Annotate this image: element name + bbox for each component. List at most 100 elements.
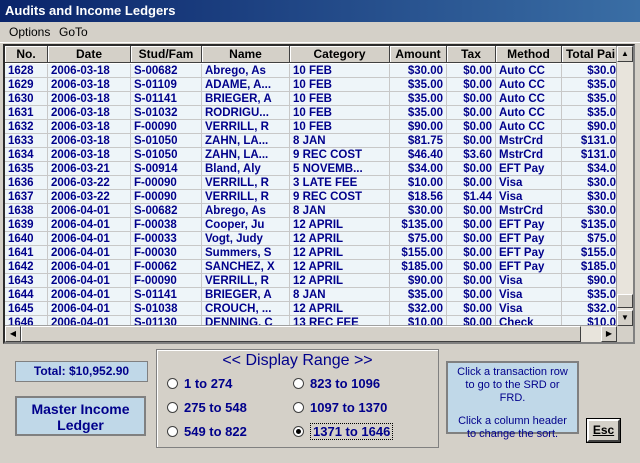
table-cell: $0.00 [447,162,496,176]
column-header-6[interactable]: Tax [447,46,496,63]
table-cell: 2006-04-01 [48,302,131,316]
ledger-label-line2: Ledger [57,417,104,433]
column-header-1[interactable]: Date [48,46,131,63]
table-row[interactable]: 1636 2006-03-22 F-00090 VERRILL, R3 LATE FE… [5,176,617,190]
table-cell: F-00033 [131,232,202,246]
table-cell: RODRIGU... [202,106,290,120]
table-row[interactable]: 1630 2006-03-18 S-01141 BRIEGER, A 10 FEB $35… [5,92,617,106]
table-cell: Vogt, Judy [202,232,290,246]
column-header-3[interactable]: Name [202,46,290,63]
table-cell: $32.0 [562,302,617,316]
range-option-4[interactable]: 823 to 1096 [293,376,380,391]
table-cell: 1639 [5,218,48,232]
range-option-6[interactable]: 1371 to 1646 [293,423,394,440]
table-cell: 10 FEB [290,120,390,134]
table-row[interactable]: 1645 2006-04-01 S-01038 CROUCH, ... 12 APRIL… [5,302,617,316]
table-cell: $135.0 [562,218,617,232]
table-cell: $185.0 [562,260,617,274]
table-cell: EFT Pay [496,260,562,274]
table-cell: 1631 [5,106,48,120]
table-row[interactable]: 1631 2006-03-18 S-01032 RODRIGU... 10 FEB $35… [5,106,617,120]
scroll-up-button[interactable]: ▲ [617,46,633,62]
table-cell: Bland, Aly [202,162,290,176]
range-option-5[interactable]: 1097 to 1370 [293,400,387,415]
range-option-1[interactable]: 1 to 274 [167,376,232,391]
table-cell: $131.0 [562,134,617,148]
table-cell: $35.0 [562,78,617,92]
table-cell: 2006-04-01 [48,260,131,274]
table-cell: MstrCrd [496,134,562,148]
table-cell: BRIEGER, A [202,92,290,106]
table-row[interactable]: 1632 2006-03-18 F-00090 VERRILL, R 10 FEB $90… [5,120,617,134]
table-cell: Visa [496,176,562,190]
table-cell: 2006-04-01 [48,232,131,246]
scroll-corner [617,326,633,342]
table-cell: Visa [496,190,562,204]
radio-icon[interactable] [293,402,304,414]
table-row[interactable]: 1633 2006-03-18 S-01050 ZAHN, LA... 8 JAN $81… [5,134,617,148]
esc-button[interactable]: Esc [587,419,620,442]
column-header-0[interactable]: No. [5,46,48,63]
radio-icon[interactable] [167,378,178,390]
table-row[interactable]: 1638 2006-04-01 S-00682 Abrego, As 8 JAN $30.… [5,204,617,218]
table-cell: Auto CC [496,64,562,78]
table-cell: 12 APRIL [290,218,390,232]
table-row[interactable]: 1642 2006-04-01 F-00062 SANCHEZ, X 12 APRIL $… [5,260,617,274]
table-cell: EFT Pay [496,218,562,232]
column-header-4[interactable]: Category [290,46,390,63]
table-cell: F-00030 [131,246,202,260]
table-cell: 2006-04-01 [48,204,131,218]
table-cell: S-01141 [131,92,202,106]
table-row[interactable]: 1644 2006-04-01 S-01141 BRIEGER, A8 JAN $35.… [5,288,617,302]
radio-selected-icon[interactable] [293,426,304,438]
table-cell: F-00062 [131,260,202,274]
table-row[interactable]: 1634 2006-03-18 S-01050 ZAHN, LA... 9 REC CO… [5,148,617,162]
scroll-thumb[interactable] [617,294,633,308]
table-cell: $0.00 [447,246,496,260]
radio-icon[interactable] [293,378,304,390]
menu-options[interactable]: Options [9,25,50,39]
table-cell: VERRILL, R [202,190,290,204]
table-row[interactable]: 1628 2006-03-18 S-00682 Abrego, As 10 FEB $30… [5,64,617,78]
column-header-8[interactable]: Total Pai [562,46,620,63]
table-row[interactable]: 1640 2006-04-01 F-00033 Vogt, Judy 12 APRIL $… [5,232,617,246]
range-option-2[interactable]: 275 to 548 [167,400,247,415]
scroll-down-button[interactable]: ▼ [617,310,633,326]
table-cell: $35.0 [562,106,617,120]
table-cell: MstrCrd [496,148,562,162]
radio-icon[interactable] [167,426,178,438]
table-row[interactable]: 1635 2006-03-21 S-00914 Bland, Aly 5 NOVEMB.… [5,162,617,176]
table-cell: F-00090 [131,190,202,204]
table-cell: 1642 [5,260,48,274]
table-cell: 10 FEB [290,106,390,120]
table-cell: $34.00 [390,162,447,176]
scroll-left-button[interactable]: ◀ [5,326,21,342]
vertical-scrollbar[interactable]: ▲ ▼ [616,46,633,326]
table-cell: $0.00 [447,64,496,78]
table-cell: $0.00 [447,260,496,274]
table-cell: $0.00 [447,302,496,316]
range-option-3[interactable]: 549 to 822 [167,424,247,439]
column-header-7[interactable]: Method [496,46,562,63]
table-row[interactable]: 1629 2006-03-18 S-01109 ADAME, A... 10 FEB $3… [5,78,617,92]
radio-icon[interactable] [167,402,178,414]
table-cell: 10 FEB [290,64,390,78]
table-cell: Auto CC [496,120,562,134]
table-row[interactable]: 1639 2006-04-01 F-00038 Cooper, Ju 12 APRIL $… [5,218,617,232]
horizontal-scrollbar[interactable]: ◀ ▶ [5,325,617,342]
hscroll-thumb[interactable] [21,326,581,342]
table-cell: $90.0 [562,274,617,288]
table-cell: $34.0 [562,162,617,176]
scroll-right-button[interactable]: ▶ [601,326,617,342]
table-row[interactable]: 1637 2006-03-22 F-00090 VERRILL, R9 REC COS… [5,190,617,204]
menu-goto[interactable]: GoTo [59,25,88,39]
table-row[interactable]: 1641 2006-04-01 F-00030 Summers, S 12 APRIL $… [5,246,617,260]
column-header-2[interactable]: Stud/Fam [131,46,202,63]
table-cell: 1638 [5,204,48,218]
table-cell: 8 JAN [290,134,390,148]
table-cell: ZAHN, LA... [202,134,290,148]
table-row[interactable]: 1643 2006-04-01 F-00090 VERRILL, R 12 APRIL $… [5,274,617,288]
column-header-5[interactable]: Amount [390,46,447,63]
window-title: Audits and Income Ledgers [5,3,176,18]
table-cell: 1629 [5,78,48,92]
